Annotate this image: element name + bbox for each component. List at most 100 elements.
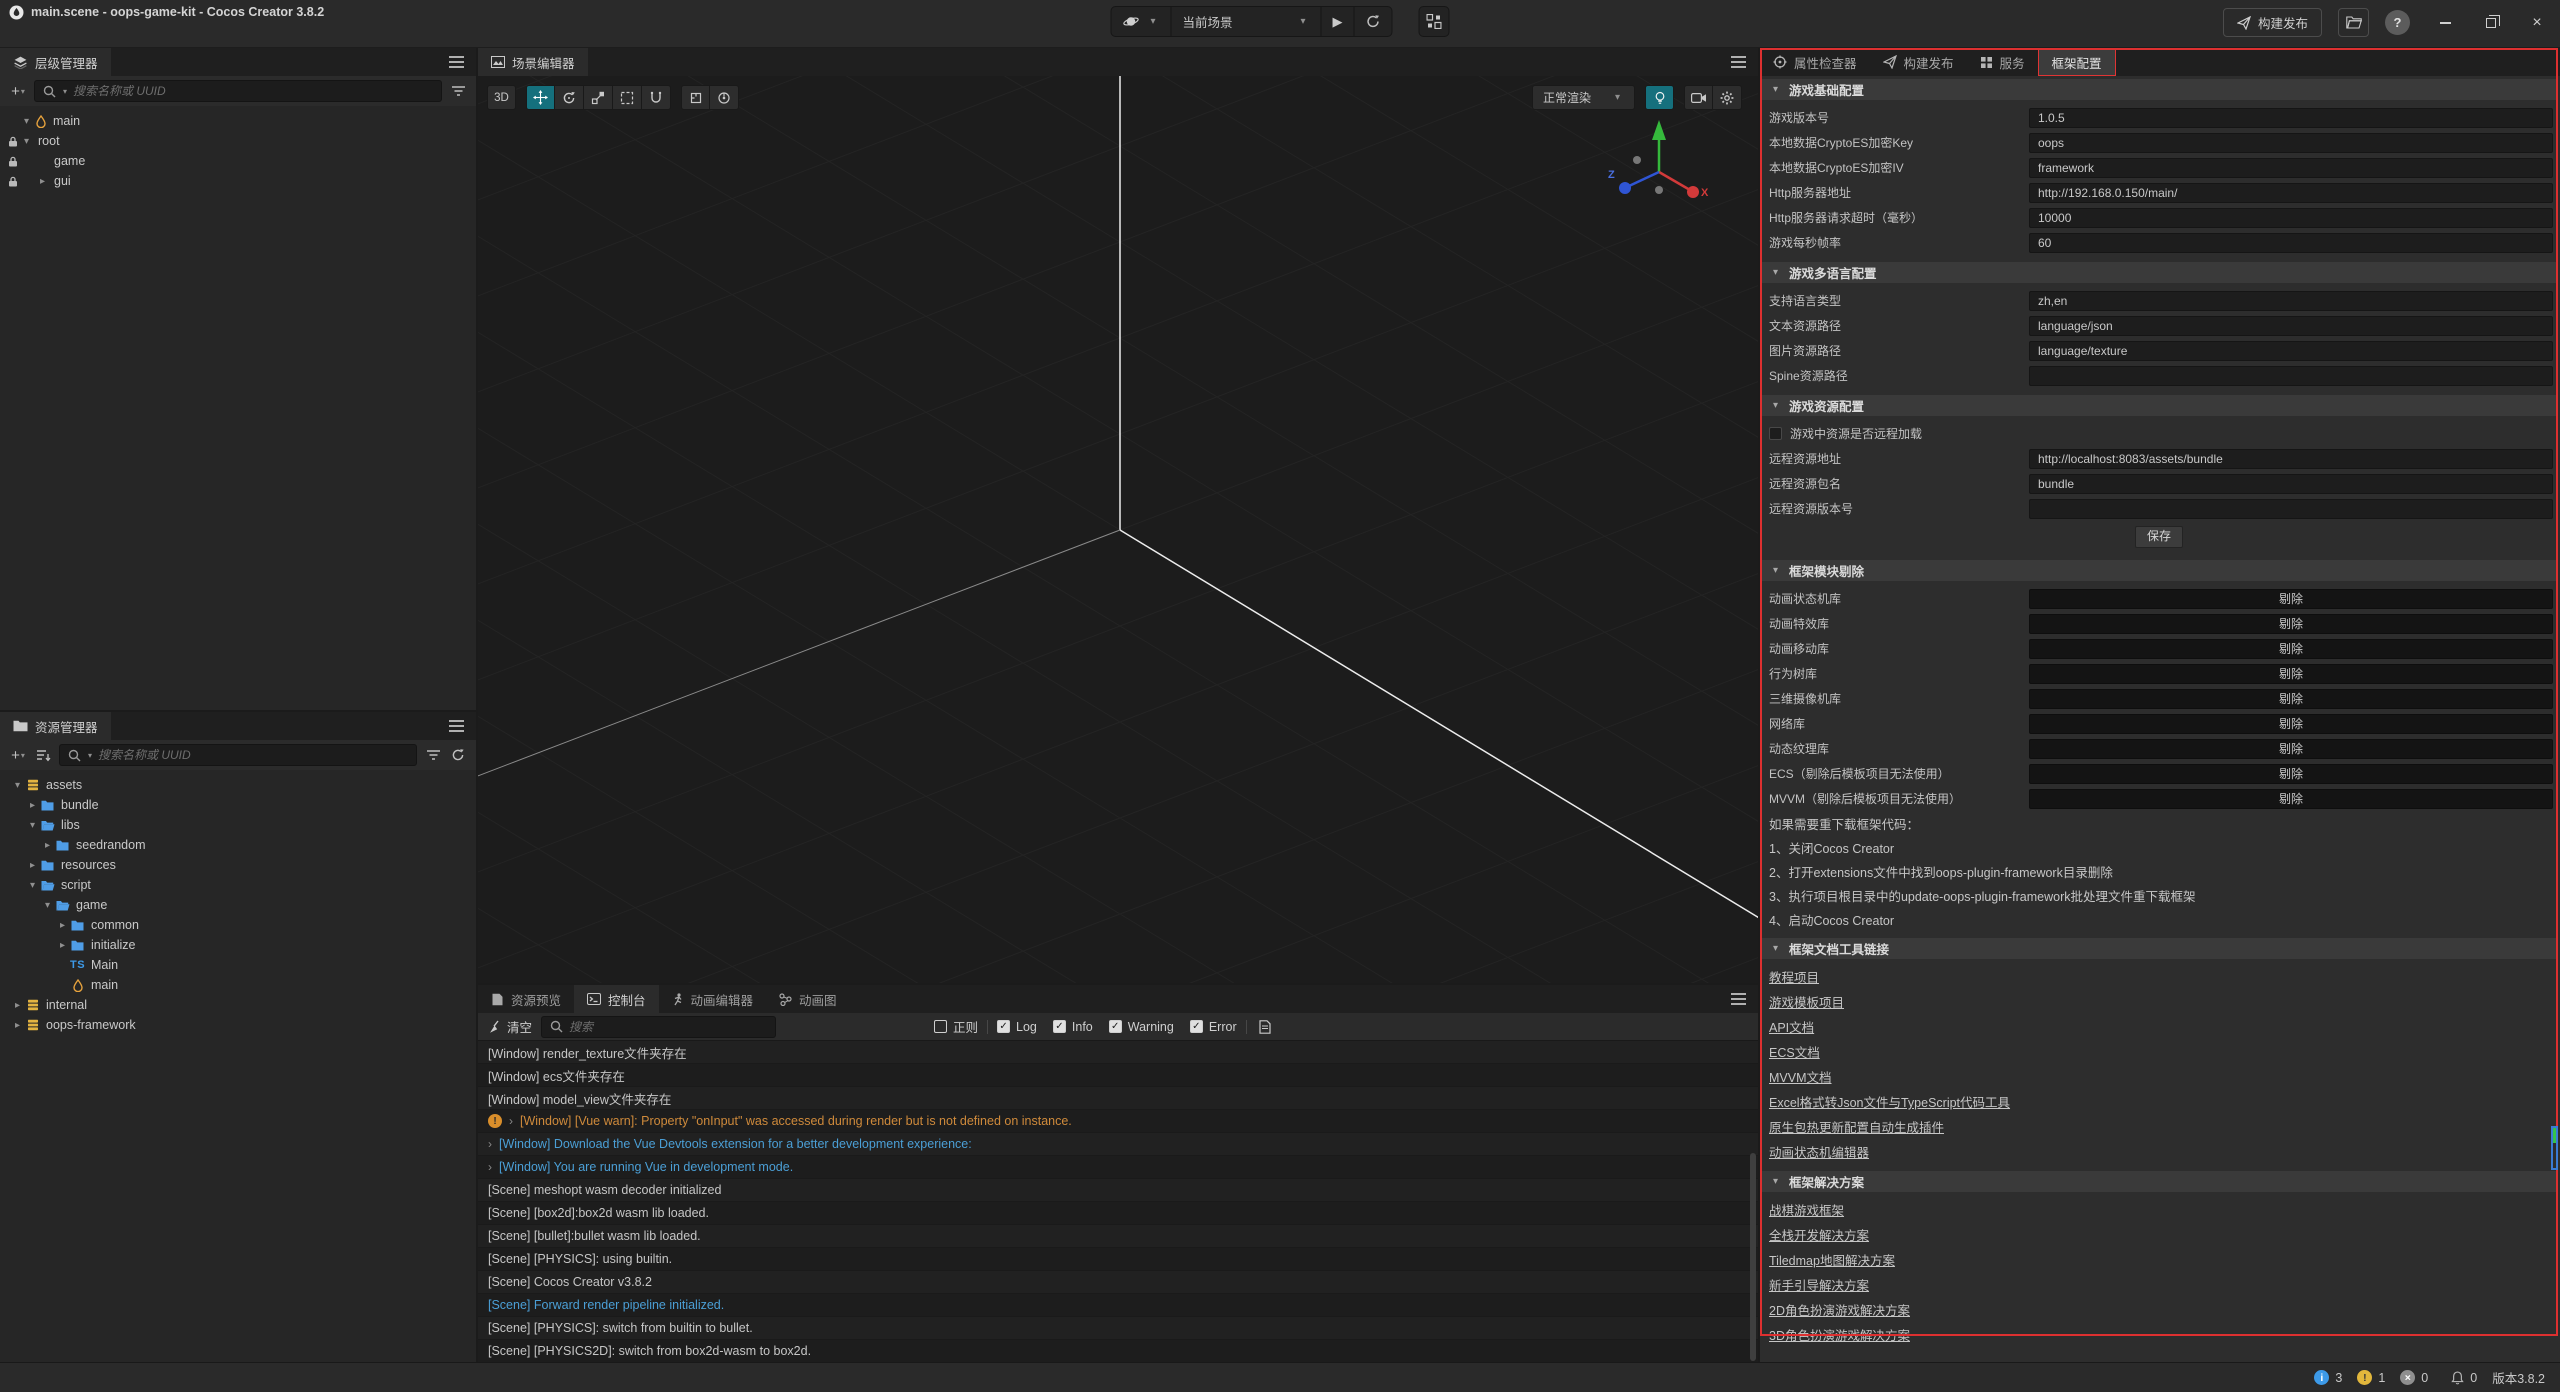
log-row[interactable]: [Window] ecs文件夹存在 <box>478 1064 1758 1087</box>
assets-search-input[interactable] <box>98 748 408 762</box>
console-tab-资源预览[interactable]: 资源预览 <box>478 985 574 1013</box>
console-tab-动画编辑器[interactable]: 动画编辑器 <box>659 985 767 1013</box>
open-project-folder-button[interactable] <box>2338 8 2369 37</box>
filter-error-checkbox[interactable]: ✓Error <box>1190 1020 1237 1034</box>
axis-gizmo[interactable]: X Z <box>1604 112 1714 222</box>
remove-module-button[interactable]: 剔除 <box>2029 689 2553 709</box>
save-button[interactable]: 保存 <box>2135 526 2183 548</box>
log-row[interactable]: !›[Window] [Vue warn]: Property "onInput… <box>478 1110 1758 1133</box>
field-Http服务器请求超时（毫秒）[interactable]: 10000 <box>2029 208 2553 228</box>
sort-assets-button[interactable] <box>34 745 52 765</box>
field-游戏每秒帧率[interactable]: 60 <box>2029 233 2553 253</box>
log-row[interactable]: [Scene] meshopt wasm decoder initialized <box>478 1179 1758 1202</box>
doc-link[interactable]: 游戏模板项目 <box>1769 992 1844 1011</box>
expand-chevron-icon[interactable]: › <box>509 1114 513 1128</box>
preview-target-button[interactable]: ▾ <box>1112 7 1172 36</box>
remove-module-button[interactable]: 剔除 <box>2029 664 2553 684</box>
field-远程资源地址[interactable]: http://localhost:8083/assets/bundle <box>2029 449 2553 469</box>
play-button[interactable]: ▶ <box>1322 7 1355 36</box>
filter-log-checkbox[interactable]: ✓Log <box>997 1020 1037 1034</box>
asset-node-main[interactable]: main <box>0 975 476 995</box>
log-row[interactable]: [Scene] Cocos Creator v3.8.2 <box>478 1271 1758 1294</box>
status-error[interactable]: × 0 <box>2400 1370 2428 1385</box>
field-Spine资源路径[interactable] <box>2029 366 2553 386</box>
chevron-right-icon[interactable]: ▸ <box>41 840 54 851</box>
console-clear-button[interactable]: 清空 <box>488 1017 532 1036</box>
section-header[interactable]: ▾框架文档工具链接 <box>1760 938 2558 959</box>
chevron-down-icon[interactable]: ▾ <box>20 116 33 127</box>
assets-menu-icon[interactable] <box>448 720 466 732</box>
asset-node-internal[interactable]: ▸internal <box>0 995 476 1015</box>
log-row[interactable]: [Scene] [PHYSICS]: switch from builtin t… <box>478 1317 1758 1340</box>
field-远程资源版本号[interactable] <box>2029 499 2553 519</box>
help-button[interactable]: ? <box>2385 10 2410 35</box>
scene-viewport[interactable]: 3D <box>478 76 1758 983</box>
tab-hierarchy[interactable]: 层级管理器 <box>0 48 111 76</box>
field-游戏版本号[interactable]: 1.0.5 <box>2029 108 2553 128</box>
tab-scene-editor[interactable]: 场景编辑器 <box>478 48 588 76</box>
scene-select[interactable]: 当前场景 ▾ <box>1172 7 1322 36</box>
section-header[interactable]: ▾游戏基础配置 <box>1760 79 2558 100</box>
create-asset-button[interactable]: +▾ <box>9 745 27 765</box>
asset-node-resources[interactable]: ▸resources <box>0 855 476 875</box>
chevron-down-icon[interactable]: ▾ <box>20 136 33 147</box>
asset-node-script[interactable]: ▾script <box>0 875 476 895</box>
doc-link[interactable]: MVVM文档 <box>1769 1067 1832 1086</box>
expand-chevron-icon[interactable]: › <box>488 1137 492 1151</box>
log-row[interactable]: ›[Window] Download the Vue Devtools exte… <box>478 1133 1758 1156</box>
scene-light-toggle[interactable] <box>1645 85 1674 110</box>
status-warning[interactable]: ! 1 <box>2357 1370 2385 1385</box>
inspector-scrollbar-thumb[interactable] <box>2551 1126 2558 1170</box>
reload-button[interactable] <box>1355 7 1392 36</box>
create-node-button[interactable]: +▾ <box>9 81 27 101</box>
pivot-toggle-button[interactable] <box>681 85 710 110</box>
coordinate-toggle-button[interactable] <box>710 85 739 110</box>
console-search[interactable] <box>541 1016 776 1038</box>
log-row[interactable]: [Scene] [box2d]:box2d wasm lib loaded. <box>478 1202 1758 1225</box>
console-tab-动画图[interactable]: 动画图 <box>766 985 850 1013</box>
regex-checkbox[interactable]: 正则 <box>934 1017 978 1036</box>
remove-module-button[interactable]: 剔除 <box>2029 714 2553 734</box>
render-mode-select[interactable]: 正常渲染 ▾ <box>1532 85 1635 110</box>
console-log-file-button[interactable] <box>1256 1017 1274 1037</box>
log-row[interactable]: [Scene] [PHYSICS2D]: switch from box2d-w… <box>478 1340 1758 1362</box>
filter-info-checkbox[interactable]: ✓Info <box>1053 1020 1093 1034</box>
status-notifications[interactable]: 0 <box>2451 1371 2477 1385</box>
search-type-caret-icon[interactable]: ▾ <box>88 751 92 760</box>
assets-filter-button[interactable] <box>424 745 442 765</box>
section-header[interactable]: ▾框架解决方案 <box>1760 1171 2558 1192</box>
checkbox-box[interactable]: ✓ <box>1190 1020 1203 1033</box>
minimize-button[interactable] <box>2434 12 2456 34</box>
field-本地数据CryptoES加密Key[interactable]: oops <box>2029 133 2553 153</box>
status-info[interactable]: i 3 <box>2314 1370 2342 1385</box>
preview-qr-button[interactable] <box>1419 6 1450 37</box>
filter-warning-checkbox[interactable]: ✓Warning <box>1109 1020 1174 1034</box>
checkbox-box[interactable]: ✓ <box>1053 1020 1066 1033</box>
asset-node-assets[interactable]: ▾assets <box>0 775 476 795</box>
doc-link[interactable]: ECS文档 <box>1769 1042 1820 1061</box>
gizmo-2d-tool-button[interactable] <box>642 85 671 110</box>
scene-camera-button[interactable] <box>1684 85 1713 110</box>
console-tab-控制台[interactable]: 控制台 <box>574 985 659 1013</box>
doc-link[interactable]: API文档 <box>1769 1017 1814 1036</box>
log-row[interactable]: [Window] render_texture文件夹存在 <box>478 1041 1758 1064</box>
hierarchy-filter-button[interactable] <box>449 81 467 101</box>
asset-node-common[interactable]: ▸common <box>0 915 476 935</box>
field-支持语言类型[interactable]: zh,en <box>2029 291 2553 311</box>
assets-search[interactable]: ▾ <box>59 744 417 766</box>
console-search-input[interactable] <box>569 1020 767 1034</box>
asset-node-initialize[interactable]: ▸initialize <box>0 935 476 955</box>
maximize-button[interactable] <box>2480 12 2502 34</box>
doc-link[interactable]: 新手引导解决方案 <box>1769 1275 1869 1294</box>
doc-link[interactable]: 2D角色扮演游戏解决方案 <box>1769 1300 1910 1319</box>
log-row[interactable]: [Scene] Forward render pipeline initiali… <box>478 1294 1758 1317</box>
build-publish-button[interactable]: 构建发布 <box>2223 8 2322 37</box>
chevron-right-icon[interactable]: ▸ <box>26 800 39 811</box>
remove-module-button[interactable]: 剔除 <box>2029 589 2553 609</box>
log-row[interactable]: [Scene] [bullet]:bullet wasm lib loaded. <box>478 1225 1758 1248</box>
rect-tool-button[interactable] <box>613 85 642 110</box>
doc-link[interactable]: Excel格式转Json文件与TypeScript代码工具 <box>1769 1092 2010 1111</box>
checkbox-box[interactable] <box>1769 427 1782 440</box>
hierarchy-menu-icon[interactable] <box>448 56 466 68</box>
inspector-tab-属性检查器[interactable]: 属性检查器 <box>1760 48 1870 76</box>
